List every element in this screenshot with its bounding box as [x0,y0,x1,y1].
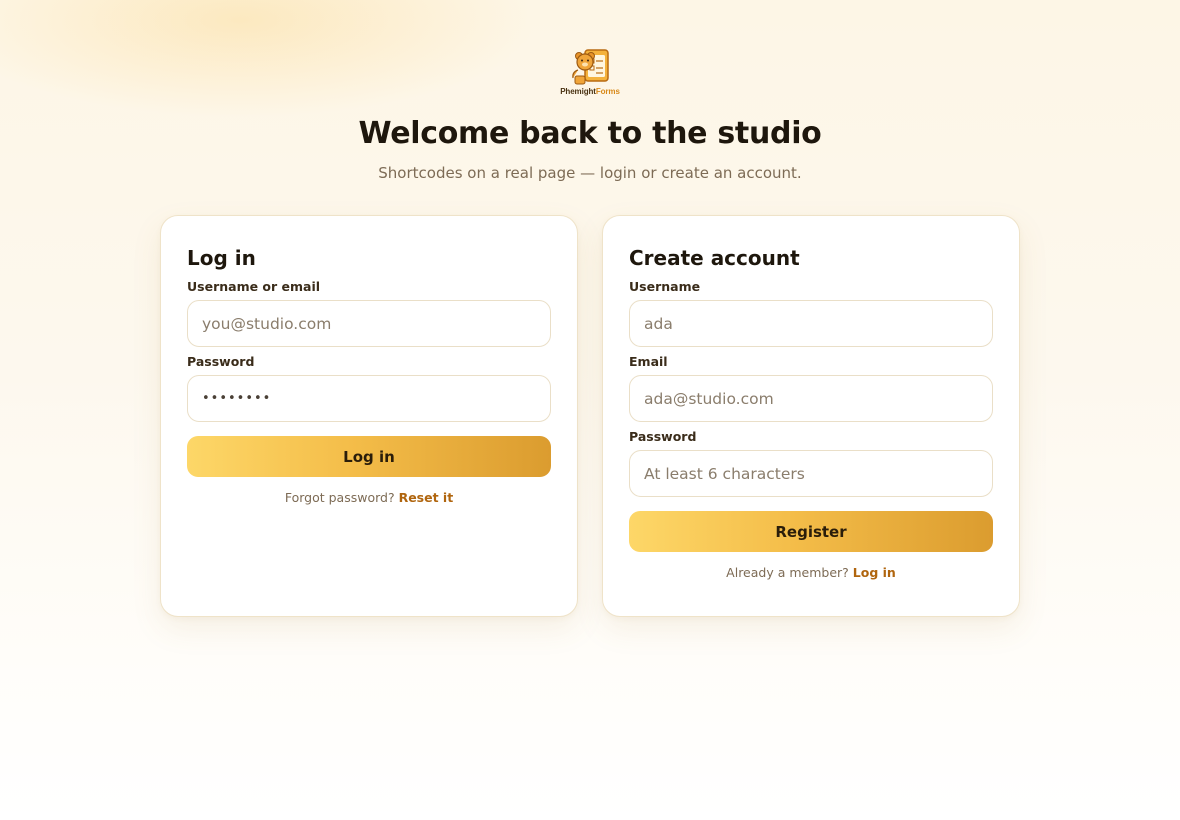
login-username-label: Username or email [187,279,321,294]
login-card-title: Log in [187,246,256,270]
register-card-title: Create account [629,246,800,270]
register-email-label: Email [629,354,668,369]
login-password-input[interactable] [187,375,551,422]
already-member-text: Already a member? [726,565,849,580]
bear-form-logo-icon [572,49,609,85]
register-card: Create account Username Email Password R… [602,215,1020,617]
register-email-input[interactable] [629,375,993,422]
login-card: Log in Username or email Password Log in… [160,215,578,617]
brand-wordmark: PhemightForms [560,87,620,96]
reset-password-link[interactable]: Reset it [399,490,454,505]
already-member-row: Already a member? Log in [629,565,993,580]
forgot-password-text: Forgot password? [284,490,395,505]
register-password-input[interactable] [629,450,993,497]
page-subtitle: Shortcodes on a real page — login or cre… [378,164,802,182]
login-submit-button[interactable]: Log in [187,436,551,477]
login-username-input[interactable] [187,300,551,347]
register-username-label: Username [629,279,701,294]
brand-logo: PhemightForms [0,46,1180,96]
register-username-input[interactable] [629,300,993,347]
register-submit-button[interactable]: Register [629,511,993,552]
login-password-label: Password [187,354,255,369]
forgot-password-row: Forgot password? Reset it [187,490,551,505]
page-title: Welcome back to the studio [358,116,822,151]
register-password-label: Password [629,429,697,444]
switch-to-login-link[interactable]: Log in [853,565,896,580]
